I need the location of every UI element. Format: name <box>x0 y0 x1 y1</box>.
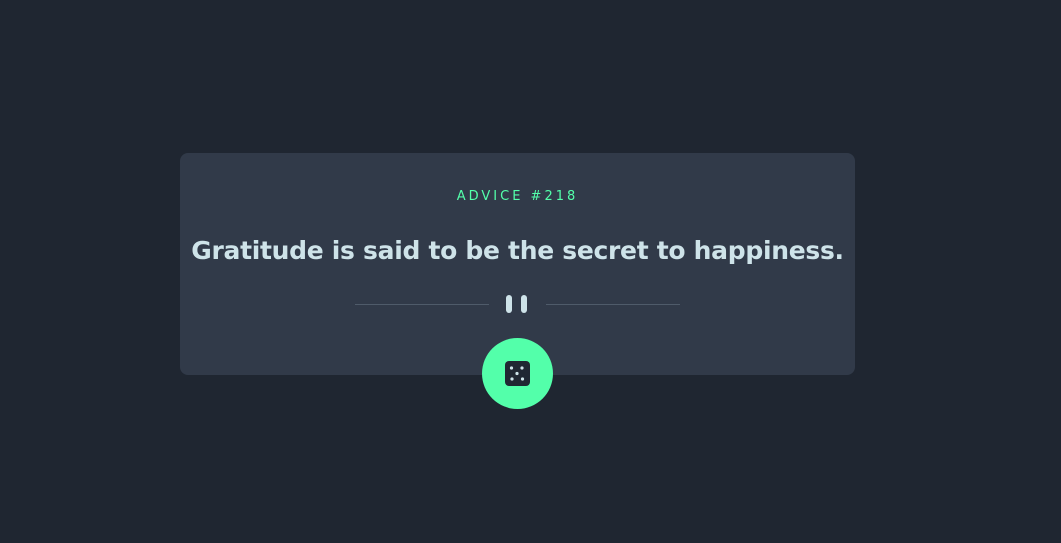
divider-line-right <box>546 304 680 305</box>
divider <box>355 294 680 314</box>
new-advice-button[interactable] <box>482 338 553 409</box>
advice-number: ADVICE #218 <box>456 189 579 204</box>
dice-icon <box>505 361 530 386</box>
pause-bar-right <box>521 295 527 313</box>
divider-line-left <box>355 304 489 305</box>
pause-bar-left <box>506 295 512 313</box>
page: ADVICE #218 Gratitude is said to be the … <box>0 0 1061 543</box>
pause-icon <box>506 295 530 313</box>
advice-quote: Gratitude is said to be the secret to ha… <box>191 236 844 265</box>
